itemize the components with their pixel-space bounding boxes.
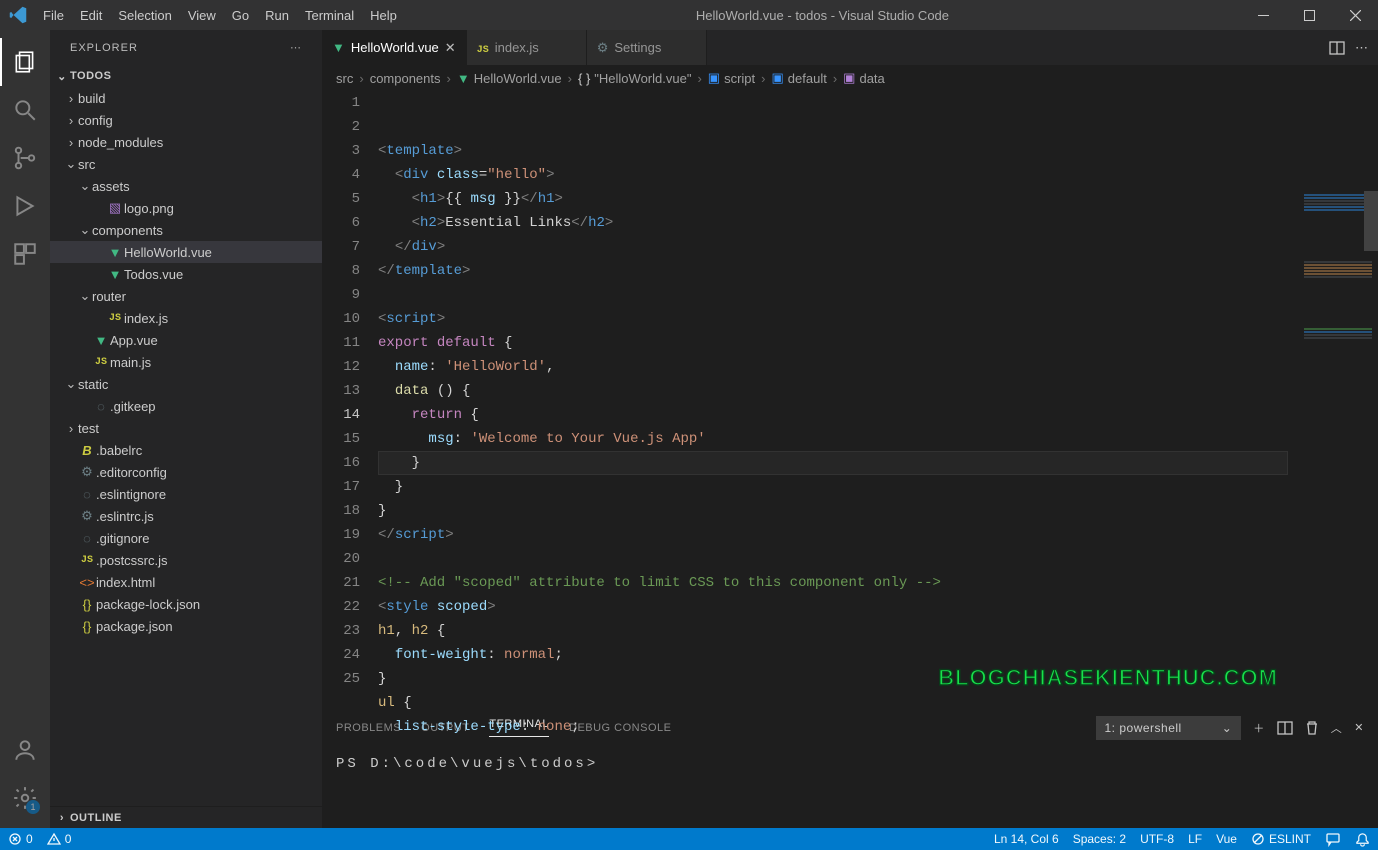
folder-build[interactable]: ›build (50, 87, 322, 109)
folder-components[interactable]: ⌄components (50, 219, 322, 241)
status-language[interactable]: Vue (1216, 832, 1237, 846)
breadcrumb-icon: ▣ (843, 70, 855, 86)
menu-file[interactable]: File (35, 0, 72, 30)
accounts-activity[interactable] (0, 726, 50, 774)
minimap[interactable] (1298, 91, 1378, 710)
breadcrumb[interactable]: src›components›▼HelloWorld.vue›{ }"Hello… (322, 65, 1378, 91)
settings-badge: 1 (26, 800, 40, 814)
folder-static[interactable]: ⌄static (50, 373, 322, 395)
file-.eslintignore[interactable]: ◌.eslintignore (50, 483, 322, 505)
kill-terminal-icon[interactable] (1305, 720, 1319, 736)
split-editor-icon[interactable] (1329, 40, 1345, 56)
breadcrumb-item[interactable]: ▣data (843, 70, 885, 86)
folder-section-label: TODOS (70, 70, 111, 82)
file-.gitkeep[interactable]: ◌.gitkeep (50, 395, 322, 417)
file-.gitignore[interactable]: ◌.gitignore (50, 527, 322, 549)
code-editor[interactable]: 1234567891011121314151617181920212223242… (322, 91, 1378, 710)
file-.babelrc[interactable]: B.babelrc (50, 439, 322, 461)
search-activity[interactable] (0, 86, 50, 134)
editor-tabs: ▼HelloWorld.vue✕JSindex.js⚙Settings ⋯ (322, 30, 1378, 65)
menu-run[interactable]: Run (257, 0, 297, 30)
breadcrumb-icon: ▣ (708, 70, 720, 86)
settings-activity[interactable]: 1 (0, 774, 50, 822)
source-control-activity[interactable] (0, 134, 50, 182)
status-errors[interactable]: 0 (8, 832, 33, 846)
breadcrumb-item[interactable]: src (336, 71, 353, 86)
folder-assets[interactable]: ⌄assets (50, 175, 322, 197)
maximize-panel-icon[interactable]: ︿ (1331, 720, 1343, 736)
sidebar-title: EXPLORER (70, 42, 138, 54)
status-eslint[interactable]: ESLINT (1251, 832, 1311, 846)
close-panel-icon[interactable]: ✕ (1354, 721, 1364, 734)
file-.postcssrc.js[interactable]: JS.postcssrc.js (50, 549, 322, 571)
breadcrumb-item[interactable]: ▣default (771, 70, 826, 86)
window-title: HelloWorld.vue - todos - Visual Studio C… (405, 8, 1240, 23)
status-warnings[interactable]: 0 (47, 832, 72, 846)
folder-node_modules[interactable]: ›node_modules (50, 131, 322, 153)
minimize-button[interactable] (1240, 0, 1286, 30)
maximize-button[interactable] (1286, 0, 1332, 30)
file-tree: ›build›config›node_modules⌄src⌄assets▧lo… (50, 87, 322, 806)
file-App.vue[interactable]: ▼App.vue (50, 329, 322, 351)
scrollbar-thumb[interactable] (1364, 191, 1378, 251)
status-bell-icon[interactable] (1355, 832, 1370, 847)
menu-go[interactable]: Go (224, 0, 257, 30)
menu-selection[interactable]: Selection (110, 0, 179, 30)
folder-test[interactable]: ›test (50, 417, 322, 439)
file-main.js[interactable]: JSmain.js (50, 351, 322, 373)
vscode-logo-icon (0, 6, 35, 24)
file-index.js[interactable]: JSindex.js (50, 307, 322, 329)
breadcrumb-item[interactable]: components (370, 71, 441, 86)
explorer-activity[interactable] (0, 38, 50, 86)
file-.eslintrc.js[interactable]: ⚙.eslintrc.js (50, 505, 322, 527)
menu-edit[interactable]: Edit (72, 0, 110, 30)
breadcrumb-item[interactable]: ▼HelloWorld.vue (457, 71, 562, 86)
line-number-gutter: 1234567891011121314151617181920212223242… (322, 91, 378, 710)
tab-settings[interactable]: ⚙Settings (587, 30, 707, 65)
outline-label: OUTLINE (70, 812, 122, 824)
breadcrumb-item[interactable]: { }"HelloWorld.vue" (578, 71, 691, 86)
menu-view[interactable]: View (180, 0, 224, 30)
breadcrumb-icon: ▣ (771, 70, 783, 86)
tab-file-icon: ▼ (332, 40, 345, 55)
extensions-activity[interactable] (0, 230, 50, 278)
file-index.html[interactable]: <>index.html (50, 571, 322, 593)
file-Todos.vue[interactable]: ▼Todos.vue (50, 263, 322, 285)
title-bar: FileEditSelectionViewGoRunTerminalHelp H… (0, 0, 1378, 30)
breadcrumb-icon: { } (578, 71, 590, 86)
tab-helloworld-vue[interactable]: ▼HelloWorld.vue✕ (322, 30, 467, 65)
file-HelloWorld.vue[interactable]: ▼HelloWorld.vue (50, 241, 322, 263)
status-feedback-icon[interactable] (1325, 831, 1341, 847)
file-logo.png[interactable]: ▧logo.png (50, 197, 322, 219)
folder-router[interactable]: ⌄router (50, 285, 322, 307)
explorer-sidebar: EXPLORER ⋯ ⌄TODOS ›build›config›node_mod… (50, 30, 322, 828)
menu-help[interactable]: Help (362, 0, 405, 30)
folder-section-header[interactable]: ⌄TODOS (50, 65, 322, 87)
activity-bar: 1 (0, 30, 50, 828)
close-button[interactable] (1332, 0, 1378, 30)
status-cursor-position[interactable]: Ln 14, Col 6 (994, 832, 1059, 846)
sidebar-more-icon[interactable]: ⋯ (290, 41, 302, 54)
tab-index-js[interactable]: JSindex.js (467, 30, 587, 65)
editor-group: ▼HelloWorld.vue✕JSindex.js⚙Settings ⋯ sr… (322, 30, 1378, 828)
folder-src[interactable]: ⌄src (50, 153, 322, 175)
run-debug-activity[interactable] (0, 182, 50, 230)
code-content[interactable]: <template> <div class="hello"> <h1>{{ ms… (378, 91, 1378, 710)
status-eol[interactable]: LF (1188, 832, 1202, 846)
outline-section-header[interactable]: ›OUTLINE (50, 806, 322, 828)
more-actions-icon[interactable]: ⋯ (1355, 40, 1368, 56)
file-package-lock.json[interactable]: {}package-lock.json (50, 593, 322, 615)
tab-file-icon: JS (477, 40, 489, 56)
menu-terminal[interactable]: Terminal (297, 0, 362, 30)
file-package.json[interactable]: {}package.json (50, 615, 322, 637)
menubar: FileEditSelectionViewGoRunTerminalHelp (35, 0, 405, 30)
breadcrumb-item[interactable]: ▣script (708, 70, 755, 86)
tab-file-icon: ⚙ (597, 40, 609, 56)
status-encoding[interactable]: UTF-8 (1140, 832, 1174, 846)
file-.editorconfig[interactable]: ⚙.editorconfig (50, 461, 322, 483)
tab-close-icon[interactable]: ✕ (445, 40, 456, 56)
breadcrumb-icon: ▼ (457, 71, 470, 86)
folder-config[interactable]: ›config (50, 109, 322, 131)
status-indent[interactable]: Spaces: 2 (1073, 832, 1126, 846)
